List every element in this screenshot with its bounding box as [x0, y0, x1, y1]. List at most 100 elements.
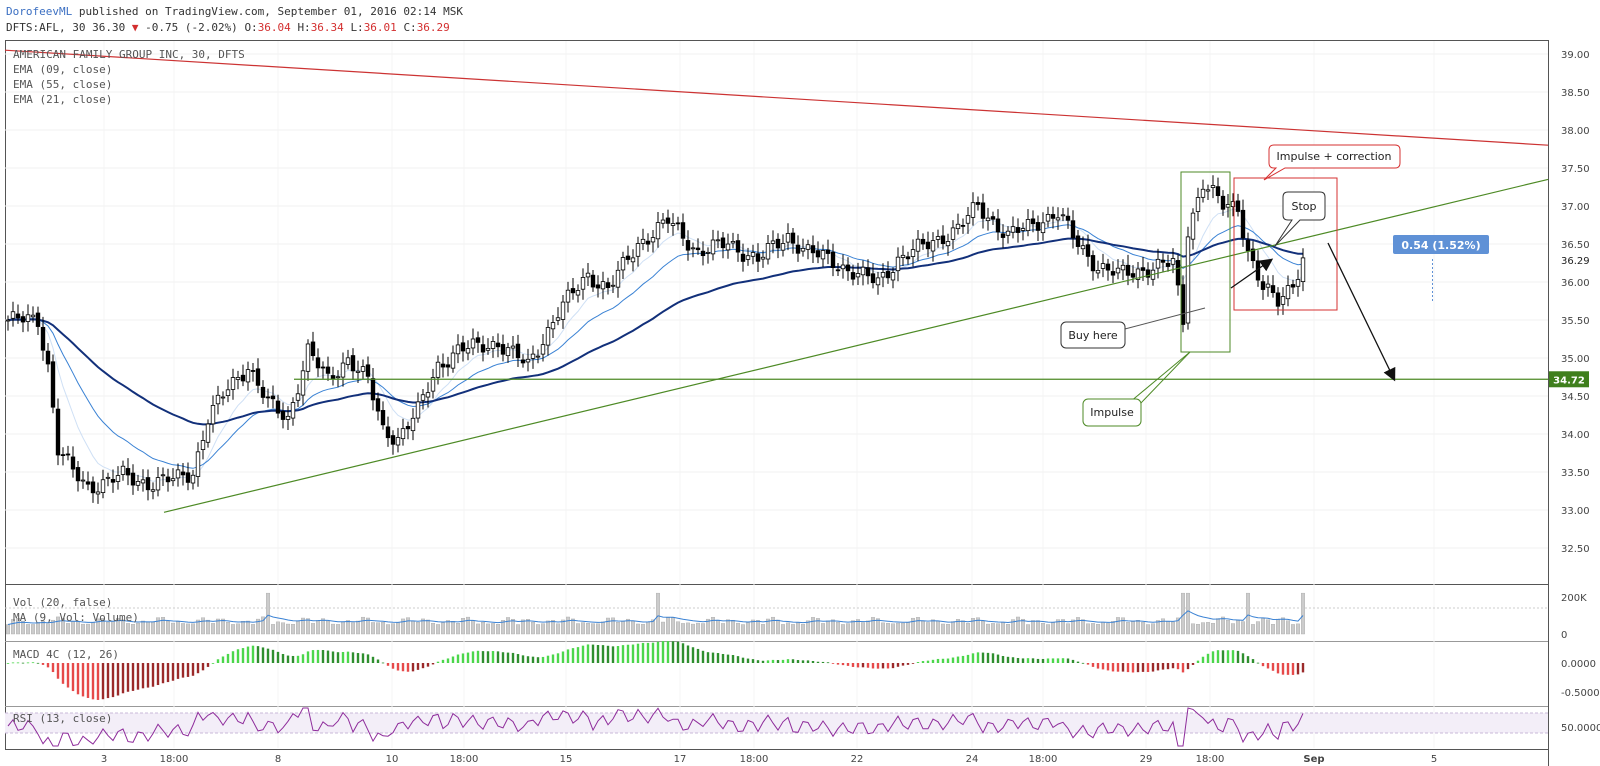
volume-bar — [1030, 620, 1035, 635]
candle-body — [40, 326, 46, 351]
legend-symbol: AMERICAN FAMILY GROUP INC, 30, DFTS — [13, 48, 245, 61]
macd-bar — [16, 662, 20, 664]
time-tick-label: 29 — [1140, 754, 1153, 765]
candle-body — [595, 284, 601, 289]
candle-body — [405, 426, 411, 430]
candle-body — [515, 343, 521, 359]
candle-body — [435, 361, 441, 378]
macd-bar — [141, 663, 145, 689]
volume-bar — [821, 623, 826, 635]
macd-bar — [766, 660, 770, 663]
volume-bar — [471, 620, 476, 635]
time-tick-label: 3 — [101, 754, 107, 765]
measure-badge-text: 0.54 (1.52%) — [1401, 239, 1480, 252]
volume-bar — [351, 622, 356, 635]
candle-body — [270, 395, 276, 400]
macd-bar — [101, 663, 105, 700]
macd-bar — [591, 644, 595, 663]
macd-bar — [1021, 658, 1025, 663]
macd-bar — [1296, 663, 1300, 675]
candle-body — [580, 277, 586, 290]
candle-body — [420, 394, 426, 401]
macd-bar — [151, 663, 155, 687]
candle-body — [75, 467, 81, 482]
macd-bar — [846, 663, 850, 666]
candle-body — [1115, 267, 1121, 274]
volume-bar — [606, 617, 611, 635]
macd-bar — [126, 663, 130, 692]
candle-body — [905, 256, 911, 260]
candle-body — [330, 375, 336, 380]
macd-bar — [1191, 663, 1195, 665]
candle-body — [370, 378, 376, 401]
candle-body — [415, 401, 421, 419]
macd-bar — [1211, 651, 1215, 663]
macd-bar — [1091, 663, 1095, 667]
volume-bar — [85, 623, 90, 635]
candle-body — [175, 469, 181, 479]
volume-bar — [1095, 624, 1100, 635]
candle-body — [265, 396, 271, 399]
macd-bar — [1171, 663, 1175, 669]
candle-body — [705, 251, 711, 254]
resistance-trendline[interactable] — [4, 49, 1549, 146]
candle-body — [1265, 283, 1271, 288]
volume-bar — [1300, 592, 1305, 635]
candle-body — [150, 489, 156, 492]
macd-bar — [6, 663, 10, 664]
macd-bar — [1156, 663, 1160, 671]
macd-bar — [576, 647, 580, 663]
volume-bar — [386, 624, 391, 635]
candle-body — [675, 222, 681, 225]
macd-bar — [571, 648, 575, 663]
macd-bar — [36, 662, 40, 664]
macd-bar — [506, 652, 510, 663]
candle-body — [520, 359, 526, 364]
time-tick-label: 5 — [1431, 754, 1437, 765]
candle-body — [245, 369, 251, 383]
macd-bar — [791, 659, 795, 663]
macd-bar — [226, 653, 230, 663]
macd-bar — [296, 655, 300, 663]
macd-bar — [1136, 663, 1140, 673]
volume-bar — [916, 617, 921, 635]
macd-bar — [1141, 663, 1145, 672]
chart-canvas[interactable]: AMERICAN FAMILY GROUP INC, 30, DFTS EMA … — [0, 0, 1600, 766]
volume-bar — [641, 624, 646, 635]
macd-bar — [91, 663, 95, 700]
support-trendline[interactable] — [163, 178, 1549, 513]
volume-bar — [296, 621, 301, 635]
macd-bar — [1276, 663, 1280, 674]
volume-label: Vol (20, false) — [13, 596, 112, 609]
macd-bar — [1221, 650, 1225, 663]
macd-bar — [251, 645, 255, 663]
macd-bar — [436, 661, 440, 663]
macd-bar — [626, 644, 630, 663]
candle-body — [1270, 285, 1276, 294]
macd-bar — [751, 659, 755, 663]
volume-bar — [220, 618, 225, 635]
macd-bar — [1241, 653, 1245, 663]
legend-ema21: EMA (21, close) — [13, 93, 112, 106]
candle-body — [1240, 209, 1246, 239]
volume-bar — [1260, 618, 1265, 635]
candle-body — [380, 410, 386, 426]
candle-body — [865, 267, 871, 277]
macd-bar — [561, 651, 565, 663]
volume-bar — [326, 620, 331, 635]
volume-bar — [941, 623, 946, 635]
macd-bar — [1011, 657, 1015, 663]
macd-bar — [256, 646, 260, 663]
volume-bar — [1170, 621, 1175, 635]
candle-body — [485, 347, 491, 351]
macd-bar — [11, 662, 15, 664]
volume-bar — [1230, 623, 1235, 635]
macd-bar — [336, 652, 340, 663]
volume-bar — [1295, 623, 1300, 635]
volume-bar — [536, 624, 541, 635]
time-tick-label: 10 — [386, 754, 399, 765]
macd-bar — [376, 659, 380, 663]
macd-bar — [536, 657, 540, 663]
macd-bar — [136, 663, 140, 690]
volume-bar — [566, 616, 571, 635]
